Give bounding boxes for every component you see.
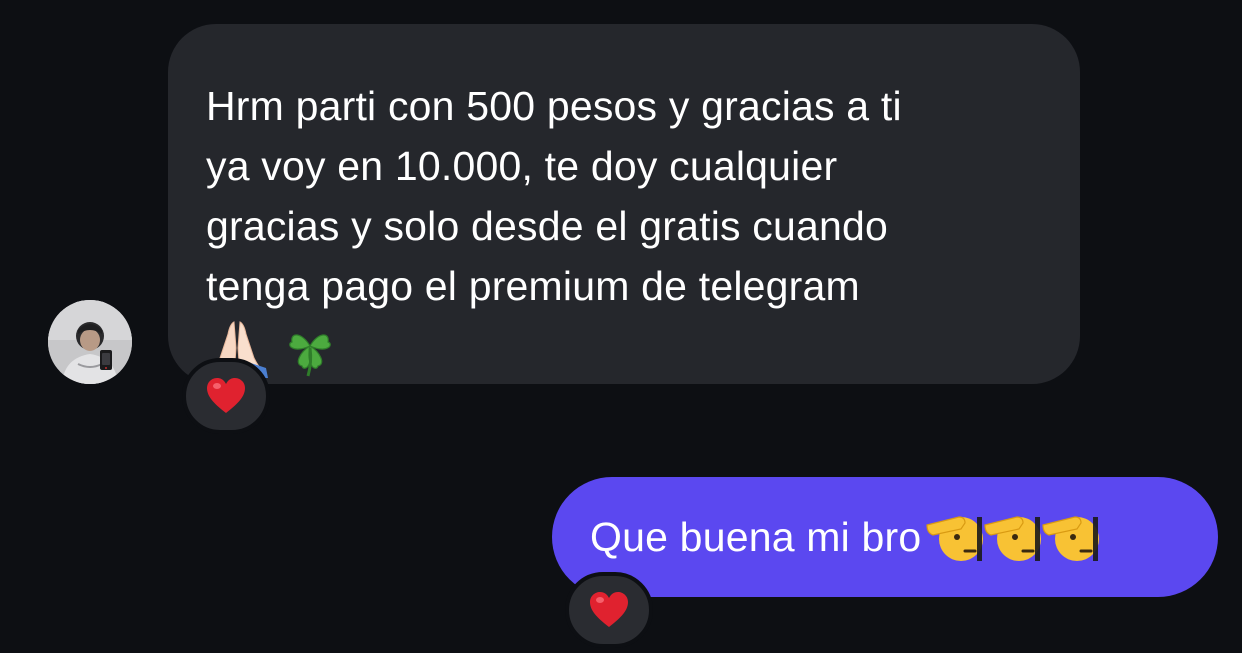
incoming-heart-reaction[interactable] [182,358,270,434]
outgoing-message-text: Que buena mi bro [590,514,922,560]
saluting-face-icon [926,516,984,561]
saluting-face-icon [1042,516,1100,561]
saluting-face-icon [984,516,1042,561]
incoming-emoji-row [206,318,1040,378]
heart-icon [207,378,245,413]
incoming-message-bubble[interactable]: Hrm parti con 500 pesos y gracias a ti y… [168,24,1080,384]
outgoing-heart-reaction[interactable] [565,572,653,648]
heart-icon [590,592,628,627]
outgoing-emoji-row [925,509,1100,565]
outgoing-message-bubble[interactable]: Que buena mi bro [552,477,1218,597]
incoming-message-text: Hrm parti con 500 pesos y gracias a ti y… [206,83,902,309]
sender-avatar[interactable] [48,300,132,384]
four-leaf-clover-icon [289,334,331,377]
avatar-photo [48,300,132,384]
